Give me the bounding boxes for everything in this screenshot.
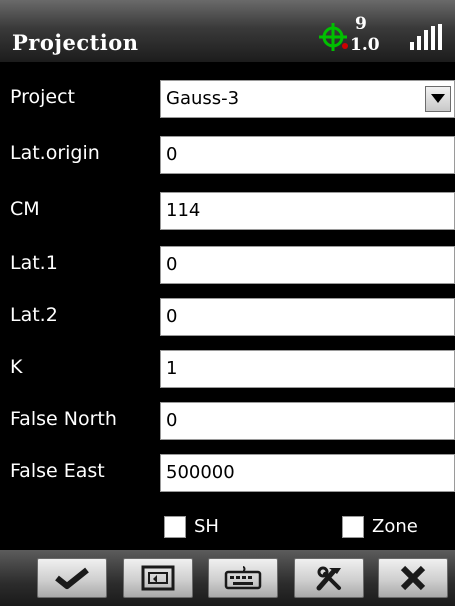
cm-value: 114 (166, 200, 201, 221)
pdop-value: 1.0 (350, 35, 380, 55)
lat1-row: Lat.1 0 (0, 246, 455, 286)
k-label: K (10, 356, 23, 378)
close-icon (400, 565, 426, 591)
sh-label: SH (194, 516, 219, 537)
lat1-label: Lat.1 (10, 252, 58, 274)
lat-origin-row: Lat.origin 0 (0, 136, 455, 176)
k-value: 1 (166, 358, 178, 379)
satellite-count: 9 (355, 14, 367, 34)
window-title: Projection (12, 30, 139, 55)
chevron-down-icon (431, 94, 445, 103)
project-value: Gauss-3 (166, 88, 240, 109)
keyboard-button[interactable] (208, 558, 278, 598)
false-east-value: 500000 (166, 462, 235, 483)
signal-strength-icon (410, 24, 450, 50)
lat2-label: Lat.2 (10, 304, 58, 326)
tools-button[interactable] (294, 558, 364, 598)
close-button[interactable] (378, 558, 448, 598)
lat2-value: 0 (166, 306, 178, 327)
project-label: Project (10, 86, 76, 108)
title-bar: Projection 9 1.0 (0, 0, 455, 62)
cm-row: CM 114 (0, 192, 455, 232)
false-north-label: False North (10, 408, 117, 430)
tools-icon (316, 566, 341, 591)
zone-checkbox[interactable] (342, 516, 364, 538)
confirm-button[interactable] (37, 558, 107, 598)
sh-checkbox[interactable] (164, 516, 186, 538)
lat2-row: Lat.2 0 (0, 298, 455, 338)
false-north-input[interactable]: 0 (160, 402, 455, 440)
lat1-value: 0 (166, 254, 178, 275)
false-north-row: False North 0 (0, 402, 455, 442)
false-east-input[interactable]: 500000 (160, 454, 455, 492)
cm-label: CM (10, 198, 40, 220)
false-east-label: False East (10, 460, 105, 482)
keyboard-icon (224, 566, 262, 590)
k-row: K 1 (0, 350, 455, 390)
checkmark-icon (55, 567, 89, 589)
project-select[interactable]: Gauss-3 (160, 80, 455, 118)
screen-button[interactable] (123, 558, 193, 598)
bottom-toolbar (0, 550, 455, 606)
false-north-value: 0 (166, 410, 178, 431)
cm-input[interactable]: 114 (160, 192, 455, 230)
zone-label: Zone (372, 516, 418, 537)
lat-origin-label: Lat.origin (10, 142, 100, 164)
false-east-row: False East 500000 (0, 454, 455, 494)
project-row: Project Gauss-3 (0, 80, 455, 120)
k-input[interactable]: 1 (160, 350, 455, 388)
lat-origin-value: 0 (166, 144, 178, 165)
screen-icon (141, 565, 175, 591)
dropdown-arrow-button[interactable] (425, 86, 451, 112)
gps-crosshair-icon (319, 23, 348, 51)
lat1-input[interactable]: 0 (160, 246, 455, 284)
lat-origin-input[interactable]: 0 (160, 136, 455, 174)
lat2-input[interactable]: 0 (160, 298, 455, 336)
